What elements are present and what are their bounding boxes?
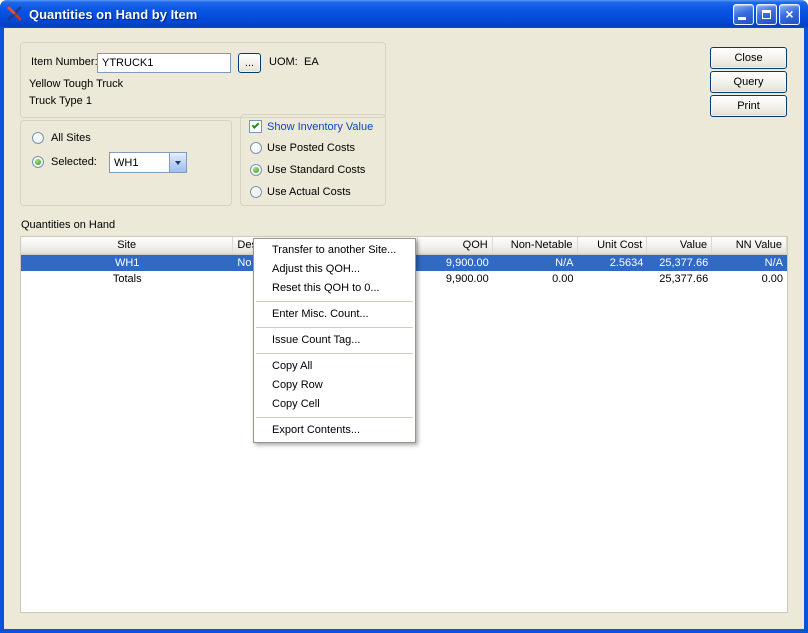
cell-site[interactable]: WH1 bbox=[21, 255, 233, 271]
menu-separator bbox=[256, 353, 413, 354]
cell-value[interactable]: 25,377.66 bbox=[647, 255, 712, 271]
use-standard-costs-radio[interactable] bbox=[250, 164, 262, 176]
menu-item-copy-cell[interactable]: Copy Cell bbox=[254, 395, 415, 414]
column-header-unit-cost[interactable]: Unit Cost bbox=[578, 237, 648, 254]
cell-unit-cost[interactable] bbox=[578, 271, 648, 287]
checkmark-icon bbox=[252, 121, 260, 129]
close-button[interactable]: Close bbox=[710, 47, 787, 69]
cell-nn-value[interactable]: N/A bbox=[712, 255, 787, 271]
use-standard-costs-label[interactable]: Use Standard Costs bbox=[267, 164, 365, 177]
cell-unit-cost[interactable]: 2.5634 bbox=[578, 255, 648, 271]
all-sites-radio[interactable] bbox=[32, 132, 44, 144]
show-inventory-value-checkbox[interactable] bbox=[249, 120, 262, 133]
item-groupbox: Item Number: ... UOM: EA Yellow Tough Tr… bbox=[20, 42, 386, 118]
cell-value[interactable]: 25,377.66 bbox=[647, 271, 712, 287]
column-header-qoh[interactable]: QOH bbox=[418, 237, 493, 254]
site-combobox[interactable]: WH1 bbox=[109, 152, 187, 173]
use-posted-costs-radio[interactable] bbox=[250, 142, 262, 154]
menu-item-export-contents[interactable]: Export Contents... bbox=[254, 421, 415, 440]
menu-item-transfer-to-another-site[interactable]: Transfer to another Site... bbox=[254, 241, 415, 260]
cell-qoh[interactable]: 9,900.00 bbox=[418, 255, 493, 271]
uom-label: UOM: bbox=[269, 56, 298, 69]
cell-nn-value[interactable]: 0.00 bbox=[712, 271, 787, 287]
app-window: Quantities on Hand by Item × Item Number… bbox=[0, 0, 808, 633]
item-number-label: Item Number: bbox=[31, 56, 98, 69]
context-menu: Transfer to another Site... Adjust this … bbox=[253, 238, 416, 443]
print-button[interactable]: Print bbox=[710, 95, 787, 117]
menu-item-adjust-this-qoh[interactable]: Adjust this QOH... bbox=[254, 260, 415, 279]
column-header-value[interactable]: Value bbox=[647, 237, 712, 254]
item-description-line1: Yellow Tough Truck bbox=[29, 78, 123, 91]
cell-non-netable[interactable]: 0.00 bbox=[493, 271, 578, 287]
sites-groupbox: All Sites Selected: WH1 bbox=[20, 120, 232, 206]
all-sites-label[interactable]: All Sites bbox=[51, 132, 91, 145]
cell-site[interactable]: Totals bbox=[21, 271, 233, 287]
menu-separator bbox=[256, 327, 413, 328]
menu-item-reset-this-qoh[interactable]: Reset this QOH to 0... bbox=[254, 279, 415, 298]
selected-site-label[interactable]: Selected: bbox=[51, 156, 97, 169]
column-header-non-netable[interactable]: Non-Netable bbox=[493, 237, 578, 254]
use-actual-costs-radio[interactable] bbox=[250, 186, 262, 198]
cell-non-netable[interactable]: N/A bbox=[493, 255, 578, 271]
use-actual-costs-label[interactable]: Use Actual Costs bbox=[267, 186, 351, 199]
item-lookup-button[interactable]: ... bbox=[238, 53, 261, 73]
column-header-nn-value[interactable]: NN Value bbox=[712, 237, 787, 254]
menu-item-enter-misc-count[interactable]: Enter Misc. Count... bbox=[254, 305, 415, 324]
use-posted-costs-label[interactable]: Use Posted Costs bbox=[267, 142, 355, 155]
show-inventory-value-label[interactable]: Show Inventory Value bbox=[267, 121, 373, 134]
menu-item-copy-all[interactable]: Copy All bbox=[254, 357, 415, 376]
cell-qoh[interactable]: 9,900.00 bbox=[418, 271, 493, 287]
item-description-line2: Truck Type 1 bbox=[29, 95, 92, 108]
menu-item-issue-count-tag[interactable]: Issue Count Tag... bbox=[254, 331, 415, 350]
selected-site-radio[interactable] bbox=[32, 156, 44, 168]
item-number-input[interactable] bbox=[97, 53, 231, 73]
menu-separator bbox=[256, 417, 413, 418]
menu-item-copy-row[interactable]: Copy Row bbox=[254, 376, 415, 395]
query-button[interactable]: Query bbox=[710, 71, 787, 93]
chevron-down-icon[interactable] bbox=[169, 153, 186, 172]
column-header-site[interactable]: Site bbox=[21, 237, 233, 254]
uom-value: EA bbox=[304, 56, 319, 69]
site-combobox-value: WH1 bbox=[110, 157, 169, 169]
table-caption: Quantities on Hand bbox=[21, 219, 115, 232]
menu-separator bbox=[256, 301, 413, 302]
costs-groupbox: Show Inventory Value Use Posted Costs Us… bbox=[240, 114, 386, 206]
